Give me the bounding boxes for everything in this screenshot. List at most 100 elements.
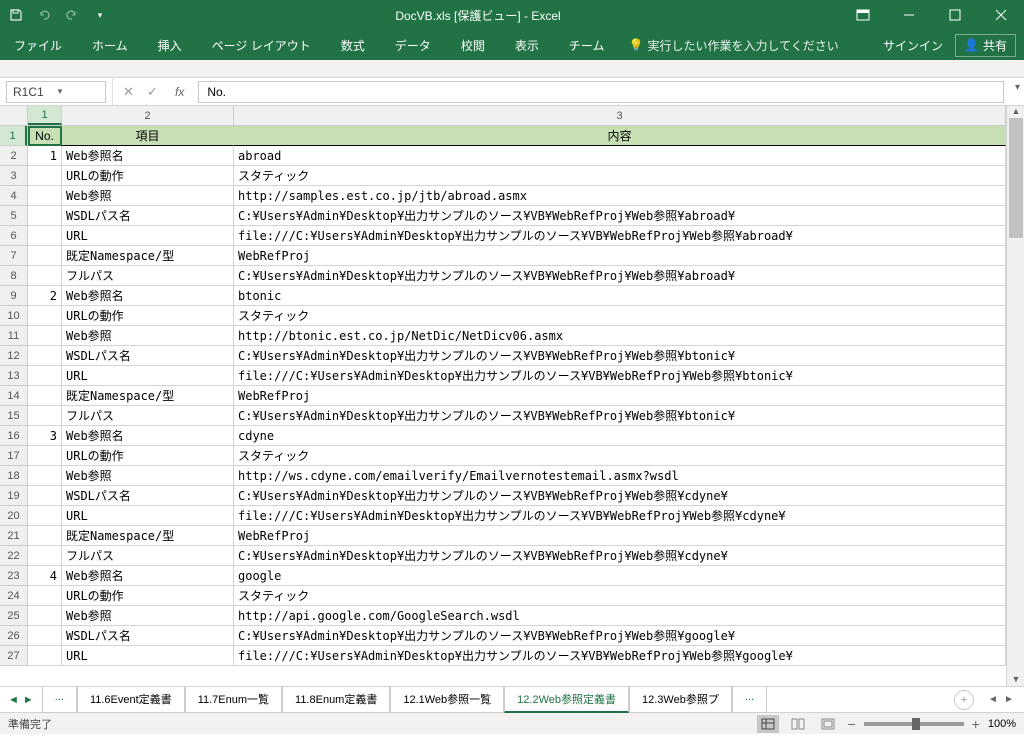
cell-value[interactable]: WebRefProj bbox=[234, 386, 1006, 406]
minimize-icon[interactable] bbox=[886, 0, 932, 30]
col-header-3[interactable]: 3 bbox=[234, 106, 1006, 125]
cell-item[interactable]: URLの動作 bbox=[62, 446, 234, 466]
sheet-tab-3[interactable]: 11.8Enum定義書 bbox=[282, 687, 390, 713]
tab-view[interactable]: 表示 bbox=[509, 33, 545, 58]
cell-no[interactable]: 1 bbox=[28, 146, 62, 166]
qat-dropdown-icon[interactable]: ▾ bbox=[92, 7, 108, 23]
select-all-cells[interactable] bbox=[0, 106, 28, 126]
cell-no[interactable] bbox=[28, 166, 62, 186]
sheet-tab-2[interactable]: 11.7Enum一覧 bbox=[185, 687, 282, 713]
cell-no[interactable] bbox=[28, 246, 62, 266]
scroll-down-icon[interactable]: ▼ bbox=[1009, 674, 1023, 686]
cell-value[interactable]: http://ws.cdyne.com/emailverify/Emailver… bbox=[234, 466, 1006, 486]
zoom-out-button[interactable]: − bbox=[847, 716, 855, 732]
tab-file[interactable]: ファイル bbox=[8, 33, 68, 58]
cell-value[interactable]: file:///C:¥Users¥Admin¥Desktop¥出力サンプルのソー… bbox=[234, 506, 1006, 526]
fx-label[interactable]: fx bbox=[171, 85, 188, 99]
row-header-8[interactable]: 8 bbox=[0, 266, 27, 286]
sheet-tab-5[interactable]: 12.2Web参照定義書 bbox=[504, 687, 629, 713]
row-header-10[interactable]: 10 bbox=[0, 306, 27, 326]
row-header-4[interactable]: 4 bbox=[0, 186, 27, 206]
cell-no[interactable] bbox=[28, 306, 62, 326]
cell-item[interactable]: WSDLパス名 bbox=[62, 626, 234, 646]
cell-no[interactable] bbox=[28, 346, 62, 366]
scroll-thumb[interactable] bbox=[1009, 118, 1023, 238]
row-header-16[interactable]: 16 bbox=[0, 426, 27, 446]
accept-formula-icon[interactable]: ✓ bbox=[147, 84, 161, 100]
cell-no[interactable] bbox=[28, 366, 62, 386]
tab-formulas[interactable]: 数式 bbox=[335, 33, 371, 58]
cell-item[interactable]: URL bbox=[62, 226, 234, 246]
zoom-in-button[interactable]: + bbox=[972, 716, 980, 732]
cell-value[interactable]: C:¥Users¥Admin¥Desktop¥出力サンプルのソース¥VB¥Web… bbox=[234, 346, 1006, 366]
sheet-tab-1[interactable]: 11.6Event定義書 bbox=[77, 687, 185, 713]
cell-item[interactable]: Web参照 bbox=[62, 186, 234, 206]
cell-item[interactable]: WSDLパス名 bbox=[62, 206, 234, 226]
normal-view-icon[interactable] bbox=[757, 715, 779, 733]
cell-value[interactable]: WebRefProj bbox=[234, 246, 1006, 266]
row-header-24[interactable]: 24 bbox=[0, 586, 27, 606]
row-header-11[interactable]: 11 bbox=[0, 326, 27, 346]
row-header-13[interactable]: 13 bbox=[0, 366, 27, 386]
cell-value[interactable]: http://api.google.com/GoogleSearch.wsdl bbox=[234, 606, 1006, 626]
cell-no[interactable] bbox=[28, 526, 62, 546]
row-header-7[interactable]: 7 bbox=[0, 246, 27, 266]
name-box[interactable]: R1C1 ▼ bbox=[6, 81, 106, 103]
maximize-icon[interactable] bbox=[932, 0, 978, 30]
cell-value[interactable]: http://samples.est.co.jp/jtb/abroad.asmx bbox=[234, 186, 1006, 206]
cell-item[interactable]: フルパス bbox=[62, 546, 234, 566]
sheet-tab-4[interactable]: 12.1Web参照一覧 bbox=[390, 687, 504, 713]
row-header-25[interactable]: 25 bbox=[0, 606, 27, 626]
row-header-20[interactable]: 20 bbox=[0, 506, 27, 526]
cell-value[interactable]: C:¥Users¥Admin¥Desktop¥出力サンプルのソース¥VB¥Web… bbox=[234, 206, 1006, 226]
row-header-17[interactable]: 17 bbox=[0, 446, 27, 466]
cell-value[interactable]: C:¥Users¥Admin¥Desktop¥出力サンプルのソース¥VB¥Web… bbox=[234, 626, 1006, 646]
cell-item[interactable]: 既定Namespace/型 bbox=[62, 526, 234, 546]
cell-no[interactable] bbox=[28, 226, 62, 246]
hscroll-left-icon[interactable]: ◄ bbox=[988, 694, 1002, 705]
row-header-5[interactable]: 5 bbox=[0, 206, 27, 226]
add-sheet-button[interactable]: + bbox=[954, 690, 974, 710]
page-break-view-icon[interactable] bbox=[817, 715, 839, 733]
cell-no[interactable] bbox=[28, 326, 62, 346]
cell-no[interactable] bbox=[28, 446, 62, 466]
close-icon[interactable] bbox=[978, 0, 1024, 30]
cell-item[interactable]: Web参照 bbox=[62, 466, 234, 486]
sheet-nav-prev[interactable]: ◄ bbox=[8, 694, 19, 706]
cell-no[interactable] bbox=[28, 546, 62, 566]
cell-value[interactable]: http://btonic.est.co.jp/NetDic/NetDicv06… bbox=[234, 326, 1006, 346]
save-icon[interactable] bbox=[8, 7, 24, 23]
cell-value[interactable]: スタティック bbox=[234, 166, 1006, 186]
tab-data[interactable]: データ bbox=[389, 33, 437, 58]
row-header-26[interactable]: 26 bbox=[0, 626, 27, 646]
row-header-18[interactable]: 18 bbox=[0, 466, 27, 486]
cell-no[interactable] bbox=[28, 406, 62, 426]
cell-item[interactable]: Web参照 bbox=[62, 326, 234, 346]
cell-item[interactable]: Web参照名 bbox=[62, 566, 234, 586]
cell-value[interactable]: スタティック bbox=[234, 446, 1006, 466]
cell-item[interactable]: Web参照名 bbox=[62, 426, 234, 446]
cell-value[interactable]: スタティック bbox=[234, 306, 1006, 326]
cell-no[interactable] bbox=[28, 186, 62, 206]
cell-item[interactable]: URL bbox=[62, 366, 234, 386]
ribbon-display-icon[interactable] bbox=[840, 0, 886, 30]
cell-item[interactable]: URLの動作 bbox=[62, 586, 234, 606]
cell-header-item[interactable]: 項目 bbox=[62, 126, 234, 146]
cell-no[interactable] bbox=[28, 206, 62, 226]
hscroll-right-icon[interactable]: ► bbox=[1004, 694, 1018, 705]
sheet-tab-more-right[interactable]: ... bbox=[732, 687, 767, 713]
cell-no[interactable]: 2 bbox=[28, 286, 62, 306]
cell-no[interactable] bbox=[28, 606, 62, 626]
cell-item[interactable]: WSDLパス名 bbox=[62, 346, 234, 366]
cell-item[interactable]: フルパス bbox=[62, 266, 234, 286]
row-header-14[interactable]: 14 bbox=[0, 386, 27, 406]
row-header-15[interactable]: 15 bbox=[0, 406, 27, 426]
cell-value[interactable]: C:¥Users¥Admin¥Desktop¥出力サンプルのソース¥VB¥Web… bbox=[234, 486, 1006, 506]
cell-value[interactable]: google bbox=[234, 566, 1006, 586]
tab-home[interactable]: ホーム bbox=[86, 33, 134, 58]
cell-item[interactable]: 既定Namespace/型 bbox=[62, 386, 234, 406]
row-header-27[interactable]: 27 bbox=[0, 646, 27, 666]
cell-item[interactable]: Web参照 bbox=[62, 606, 234, 626]
col-header-1[interactable]: 1 bbox=[28, 106, 62, 125]
undo-icon[interactable] bbox=[36, 7, 52, 23]
